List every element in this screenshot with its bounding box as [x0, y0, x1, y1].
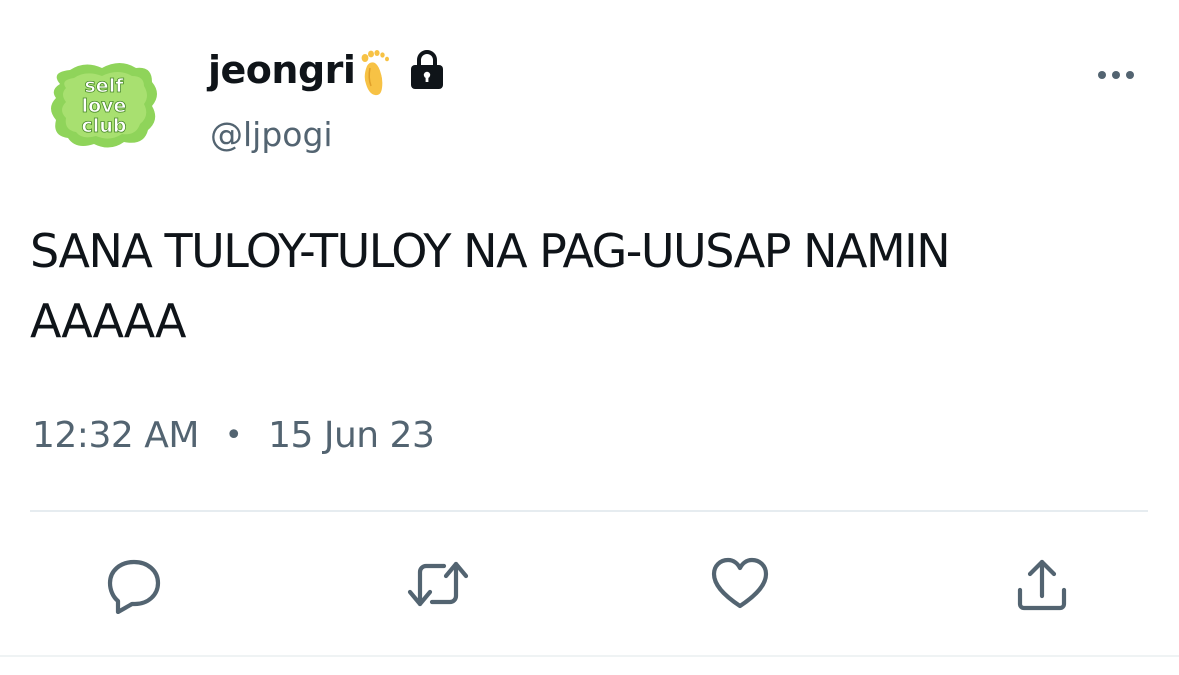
retweet-icon — [407, 561, 469, 607]
bottom-divider — [0, 655, 1179, 657]
foot-icon — [362, 50, 390, 96]
avatar[interactable]: self love club — [40, 54, 168, 154]
tweet-date[interactable]: 15 Jun 23 — [268, 415, 435, 456]
svg-text:love: love — [82, 95, 127, 117]
reply-icon — [107, 559, 161, 614]
tweet-text: SANA TULOY-TULOY NA PAG-UUSAP NAMIN AAAA… — [30, 224, 951, 348]
reply-button[interactable] — [102, 552, 166, 616]
display-name[interactable]: jeongri — [208, 51, 356, 89]
share-icon — [1017, 559, 1067, 611]
meta-separator: • — [224, 417, 243, 453]
lock-icon — [411, 50, 444, 89]
share-button[interactable] — [1010, 552, 1074, 616]
display-name-row: jeongri — [208, 42, 447, 98]
self-love-club-logo: self love club — [51, 63, 157, 148]
retweet-button[interactable] — [406, 552, 470, 616]
like-button[interactable] — [708, 552, 772, 616]
svg-text:club: club — [82, 115, 127, 137]
more-options-button[interactable] — [1092, 60, 1140, 90]
divider — [30, 510, 1148, 512]
timestamp-row: 12:32 AM • 15 Jun 23 — [32, 412, 435, 458]
svg-text:self: self — [85, 75, 125, 97]
tweet-time[interactable]: 12:32 AM — [32, 415, 199, 456]
heart-icon — [711, 557, 769, 609]
more-horizontal-icon — [1098, 71, 1134, 79]
user-handle[interactable]: @ljpogi — [210, 118, 333, 151]
